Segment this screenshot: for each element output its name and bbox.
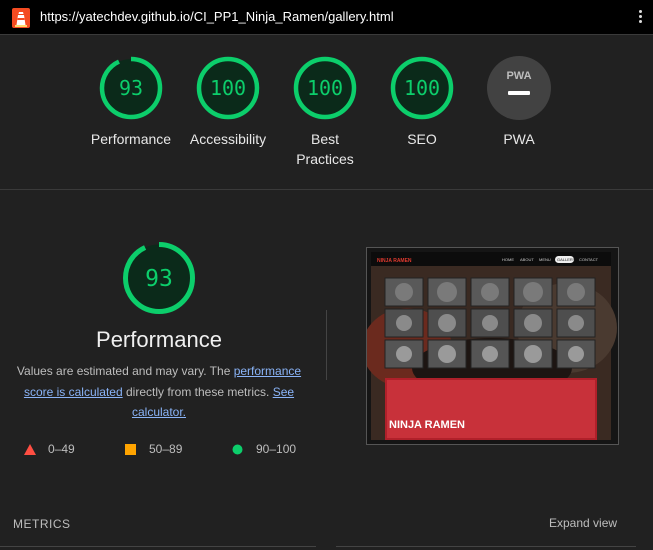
circle-icon xyxy=(232,444,243,455)
score-gauge: 100 xyxy=(293,56,357,120)
performance-score: 93 xyxy=(145,266,173,292)
gauge-score: 100 xyxy=(210,76,246,100)
site-logo: NINJA RAMEN xyxy=(377,258,412,264)
gauge-best-practices[interactable]: 100 Best Practices xyxy=(275,55,375,169)
performance-description: Values are estimated and may vary. The p… xyxy=(10,361,308,423)
square-icon xyxy=(125,444,136,455)
score-legend: 0–49 50–89 90–100 xyxy=(0,442,320,458)
lighthouse-icon xyxy=(12,8,30,28)
performance-title: Performance xyxy=(96,327,222,352)
pwa-badge-text: PWA xyxy=(506,70,531,82)
gauge-label: PWA xyxy=(503,131,535,147)
divider xyxy=(336,546,636,547)
performance-gauge: 93 xyxy=(123,242,195,314)
gauge-label: Accessibility xyxy=(189,131,267,147)
legend-range: 0–49 xyxy=(48,442,75,456)
site-nav-item: CONTACT xyxy=(579,257,599,262)
gauge-label: Best Practices xyxy=(296,131,354,167)
score-gauge: 93 xyxy=(99,56,163,120)
metrics-heading: METRICS xyxy=(13,517,71,531)
desc-text: Values are estimated and may vary. The xyxy=(16,364,234,378)
gauge-accessibility[interactable]: 100 Accessibility xyxy=(178,55,278,149)
site-hero-title: NINJA RAMEN xyxy=(389,419,465,431)
site-nav-item: GALLERY xyxy=(557,257,576,262)
gauge-score: 100 xyxy=(307,76,343,100)
gauge-performance[interactable]: 93 Performance xyxy=(81,55,181,149)
triangle-icon xyxy=(24,444,36,455)
divider xyxy=(326,310,327,380)
legend-range: 50–89 xyxy=(149,442,183,456)
divider xyxy=(0,546,316,547)
score-gauge: 100 xyxy=(390,56,454,120)
desc-text: directly from these metrics. xyxy=(122,384,273,399)
address-bar: https://yatechdev.github.io/CI_PP1_Ninja… xyxy=(0,0,653,35)
gauge-score: 93 xyxy=(119,76,143,100)
pwa-badge-icon: PWA xyxy=(487,56,551,120)
site-nav-item: ABOUT xyxy=(520,257,534,262)
gauge-pwa[interactable]: PWA PWA xyxy=(469,55,569,149)
gauge-label: SEO xyxy=(407,131,437,147)
gauge-score: 100 xyxy=(404,76,440,100)
site-nav-item: MENU xyxy=(539,257,551,262)
gauge-seo[interactable]: 100 SEO xyxy=(372,55,472,149)
site-nav-item: HOME xyxy=(502,257,514,262)
page-screenshot-image: NINJA RAMEN HOME ABOUT MENU GALLERY CONT… xyxy=(367,248,618,444)
gauge-label: Performance xyxy=(90,131,172,147)
expand-view-button[interactable]: Expand view xyxy=(549,516,617,530)
category-gauges: 93 Performance 100 Accessibility 100 Bes… xyxy=(0,35,653,190)
performance-section: 93 Performance Values are estimated and … xyxy=(0,190,653,550)
page-url[interactable]: https://yatechdev.github.io/CI_PP1_Ninja… xyxy=(40,9,394,24)
legend-range: 90–100 xyxy=(256,442,297,456)
score-gauge: 100 xyxy=(196,56,260,120)
final-screenshot[interactable]: NINJA RAMEN HOME ABOUT MENU GALLERY CONT… xyxy=(366,247,619,445)
kebab-menu-icon[interactable] xyxy=(638,10,644,26)
